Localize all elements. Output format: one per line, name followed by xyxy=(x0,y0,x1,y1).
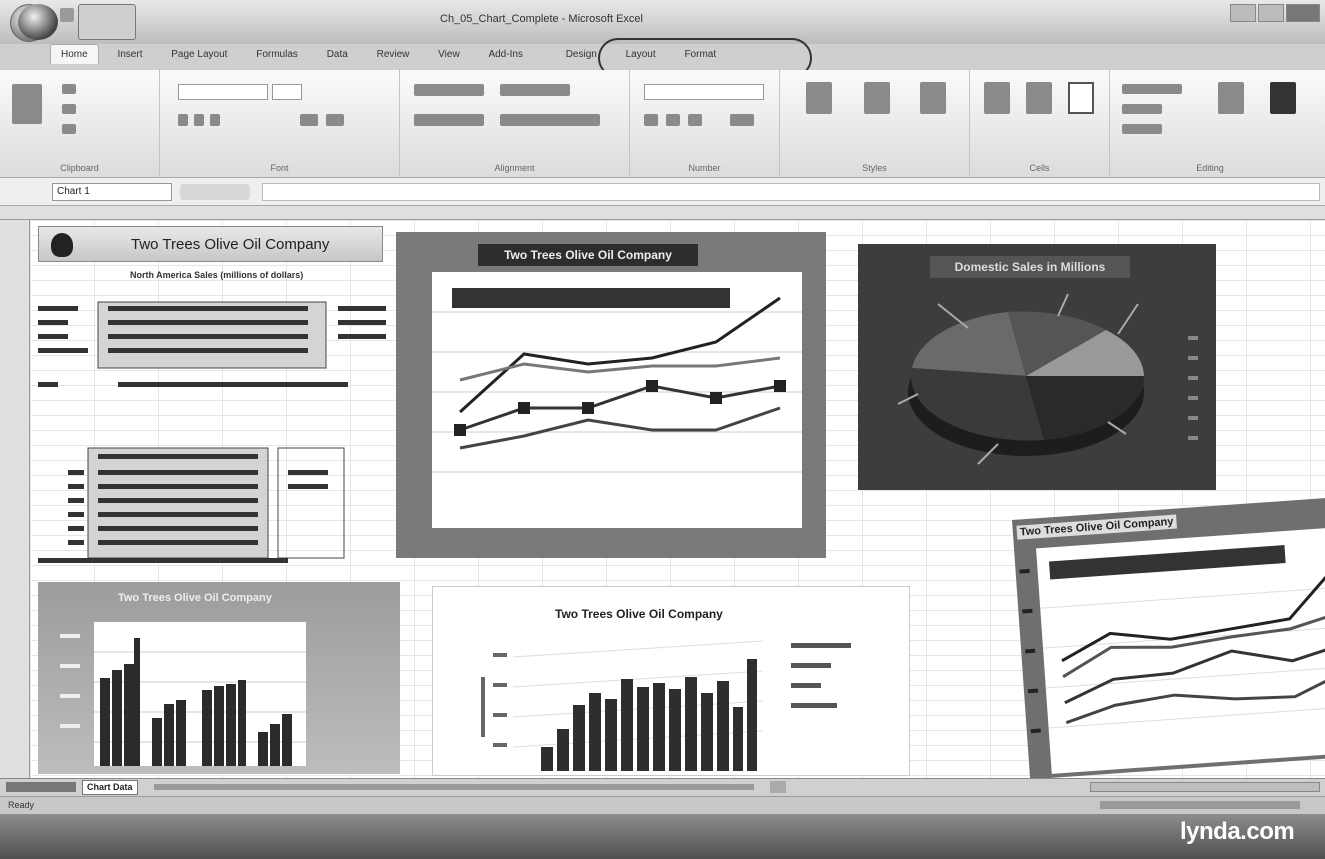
font-color-icon[interactable] xyxy=(326,114,344,126)
taskbar xyxy=(0,814,1325,859)
column-headers[interactable] xyxy=(0,206,1325,220)
cell-styles-icon[interactable] xyxy=(920,82,946,114)
taskbar-excel-button[interactable] xyxy=(78,4,136,40)
tab-view[interactable]: View xyxy=(428,45,470,64)
align-left-icons[interactable] xyxy=(414,114,484,126)
close-button[interactable] xyxy=(1286,4,1320,22)
currency-icon[interactable] xyxy=(644,114,658,126)
table-subtitle: North America Sales (millions of dollars… xyxy=(130,270,304,280)
align-top-icons[interactable] xyxy=(414,84,484,96)
clipboard-group: Clipboard xyxy=(0,70,160,177)
tab-review[interactable]: Review xyxy=(367,45,420,64)
formula-input[interactable] xyxy=(262,183,1320,201)
monthly-table-cells xyxy=(38,447,345,563)
banner-title: Two Trees Olive Oil Company xyxy=(131,236,330,253)
bar-chart[interactable]: Two Trees Olive Oil Company xyxy=(38,582,400,774)
tilted-line-chart-svg xyxy=(1019,527,1325,774)
sheet-nav-arrows-icon[interactable] xyxy=(6,782,76,792)
alignment-group: Alignment xyxy=(400,70,630,177)
bold-icon[interactable] xyxy=(178,114,188,126)
tab-add-ins[interactable]: Add-Ins xyxy=(478,45,532,64)
cells-group: Cells xyxy=(970,70,1110,177)
column-3d-chart-svg xyxy=(481,640,851,771)
sales-table-cells xyxy=(38,301,386,387)
tab-insert[interactable]: Insert xyxy=(107,45,152,64)
fill-color-icon[interactable] xyxy=(300,114,318,126)
autosum-icon[interactable] xyxy=(1122,84,1182,94)
delete-cells-icon[interactable] xyxy=(1026,82,1052,114)
pie-chart-svg xyxy=(897,293,1198,465)
clear-icon[interactable] xyxy=(1122,124,1162,134)
line-chart-plot-area[interactable] xyxy=(432,272,802,528)
bar-chart-svg xyxy=(60,622,306,766)
number-group: Number xyxy=(630,70,780,177)
conditional-formatting-icon[interactable] xyxy=(806,82,832,114)
italic-icon[interactable] xyxy=(194,114,204,126)
monthly-table[interactable] xyxy=(38,430,348,570)
merge-center-icon[interactable] xyxy=(500,114,600,126)
tab-data[interactable]: Data xyxy=(317,45,358,64)
wrap-text-icon[interactable] xyxy=(500,84,570,96)
tab-page-layout[interactable]: Page Layout xyxy=(161,45,237,64)
font-name-select[interactable] xyxy=(178,84,268,100)
line-chart-legend xyxy=(452,288,730,308)
comma-icon[interactable] xyxy=(688,114,702,126)
formula-bar: Chart 1 xyxy=(0,178,1325,206)
olive-logo-icon xyxy=(51,233,73,257)
sheet-tab-chart-data[interactable]: Chart Data xyxy=(82,780,138,795)
status-bar: Ready xyxy=(0,796,1325,814)
row-headers[interactable] xyxy=(0,220,30,778)
editing-group: Editing xyxy=(1110,70,1310,177)
font-group: Font xyxy=(160,70,400,177)
status-ready: Ready xyxy=(8,800,35,810)
zoom-slider[interactable] xyxy=(1100,801,1300,809)
number-format-select[interactable] xyxy=(644,84,764,100)
save-icon[interactable] xyxy=(60,8,74,22)
decimal-icons[interactable] xyxy=(730,114,754,126)
other-sheet-tabs[interactable] xyxy=(154,784,754,790)
percent-icon[interactable] xyxy=(666,114,680,126)
insert-sheet-icon[interactable] xyxy=(770,781,786,793)
line-chart-svg xyxy=(432,288,802,473)
format-cells-icon[interactable] xyxy=(1068,82,1094,114)
sales-table[interactable] xyxy=(38,296,388,396)
format-painter-icon[interactable] xyxy=(62,124,76,134)
minimize-button[interactable] xyxy=(1230,4,1256,22)
function-icon[interactable] xyxy=(180,184,250,200)
sheet-tabs-bar: Chart Data xyxy=(0,778,1325,796)
tab-formulas[interactable]: Formulas xyxy=(246,45,308,64)
styles-group: Styles xyxy=(780,70,970,177)
ribbon: Clipboard Font Alignment Number Styles C xyxy=(0,70,1325,178)
window-title: Ch_05_Chart_Complete - Microsoft Excel xyxy=(440,13,643,25)
paste-icon[interactable] xyxy=(12,84,42,124)
line-chart[interactable]: Two Trees Olive Oil Company xyxy=(396,232,826,558)
cut-icon[interactable] xyxy=(62,84,76,94)
tilted-line-chart[interactable]: Two Trees Olive Oil Company xyxy=(1012,497,1325,780)
font-size-select[interactable] xyxy=(272,84,302,100)
lynda-watermark: lynda.com xyxy=(1180,818,1295,845)
column-3d-chart[interactable]: Two Trees Olive Oil Company xyxy=(432,586,910,776)
sort-filter-icon[interactable] xyxy=(1218,82,1244,114)
tab-home[interactable]: Home xyxy=(50,44,99,64)
copy-icon[interactable] xyxy=(62,104,76,114)
company-banner[interactable]: Two Trees Olive Oil Company xyxy=(38,226,383,262)
start-button-icon[interactable] xyxy=(18,4,58,40)
name-box[interactable]: Chart 1 xyxy=(52,183,172,201)
insert-cells-icon[interactable] xyxy=(984,82,1010,114)
fill-icon[interactable] xyxy=(1122,104,1162,114)
horizontal-scrollbar[interactable] xyxy=(1090,782,1320,792)
find-select-icon[interactable] xyxy=(1270,82,1296,114)
format-as-table-icon[interactable] xyxy=(864,82,890,114)
maximize-button[interactable] xyxy=(1258,4,1284,22)
underline-icon[interactable] xyxy=(210,114,220,126)
pie-chart[interactable]: Domestic Sales in Millions xyxy=(858,244,1216,490)
line-chart-title: Two Trees Olive Oil Company xyxy=(478,244,698,266)
